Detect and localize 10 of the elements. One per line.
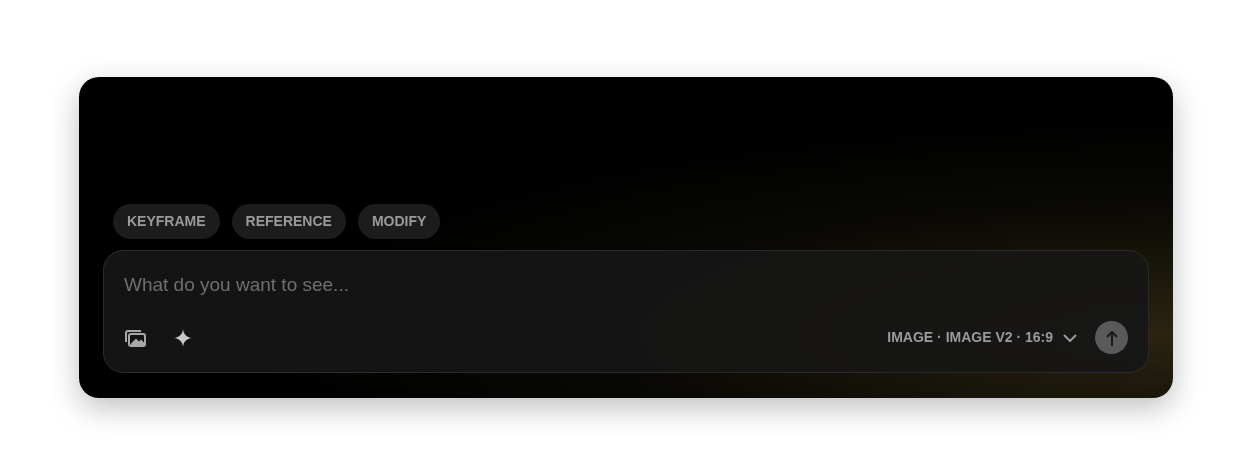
mode-chip[interactable]: MODIFY bbox=[357, 204, 441, 239]
arrow-up-icon bbox=[1105, 329, 1118, 346]
model-selector[interactable]: IMAGE · IMAGE V2 · 16:9 bbox=[887, 327, 1077, 348]
mode-chip[interactable]: KEYFRAME bbox=[113, 204, 220, 239]
chevron-down-icon bbox=[1063, 333, 1077, 342]
mode-chip[interactable]: REFERENCE bbox=[231, 204, 346, 239]
send-button[interactable] bbox=[1095, 321, 1128, 354]
prompt-input[interactable]: What do you want to see... bbox=[124, 271, 1128, 299]
sparkle-icon[interactable] bbox=[174, 328, 192, 347]
image-gallery-icon[interactable] bbox=[124, 327, 148, 348]
